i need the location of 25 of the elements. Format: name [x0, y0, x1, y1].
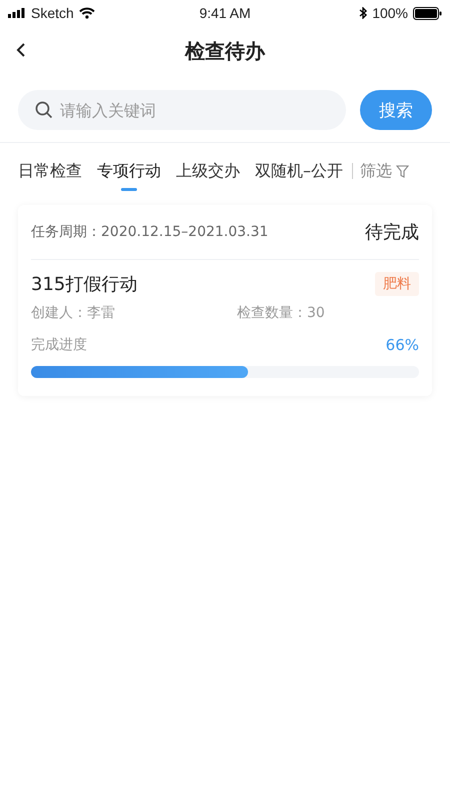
- check-count: 检查数量：30: [237, 304, 326, 322]
- category-tab[interactable]: 双随机–公开: [255, 154, 343, 192]
- task-title: 315打假行动: [31, 273, 138, 296]
- task-card[interactable]: 任务周期：2020.12.15–2021.03.31 待完成 315打假行动 肥料 创建人：李雷 检查数量：30 完成进度 66%: [18, 205, 432, 396]
- progress-label: 完成进度: [31, 336, 87, 354]
- category-tab[interactable]: 上级交办: [176, 154, 240, 192]
- task-status: 待完成: [365, 221, 419, 244]
- category-tab[interactable]: 专项行动: [97, 154, 161, 192]
- carrier-name: Sketch: [31, 5, 74, 21]
- filter-icon: [396, 164, 409, 178]
- battery-icon: [413, 6, 442, 20]
- category-tab[interactable]: 日常检查: [18, 154, 82, 192]
- clock-time: 9:41 AM: [199, 5, 251, 21]
- wifi-icon: [78, 7, 95, 19]
- category-tag: 肥料: [375, 272, 419, 296]
- search-field[interactable]: 请输入关键词: [18, 90, 346, 130]
- signal-icon: [8, 8, 26, 18]
- task-period: 任务周期：2020.12.15–2021.03.31: [31, 223, 268, 241]
- progress-percent: 66%: [386, 336, 419, 354]
- battery-percent: 100%: [372, 5, 408, 21]
- bluetooth-icon: [359, 7, 368, 19]
- task-creator: 创建人：李雷: [31, 304, 116, 322]
- page-title: 检查待办: [185, 38, 265, 64]
- filter-button[interactable]: 筛选: [360, 154, 409, 192]
- back-icon: [16, 42, 26, 58]
